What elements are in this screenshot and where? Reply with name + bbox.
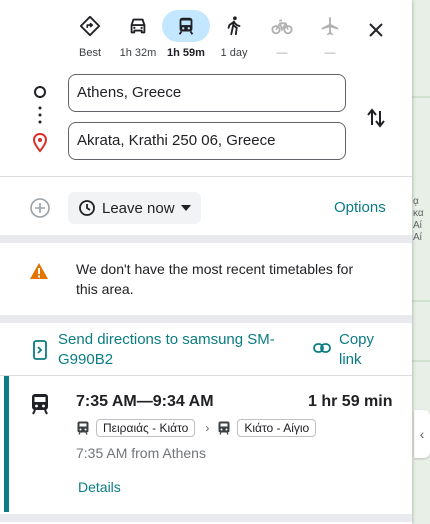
bicycle-icon [271,19,293,35]
train-icon [32,394,48,415]
route-details-button[interactable]: Details [78,479,121,495]
destination-pin-icon [32,132,48,153]
close-icon [369,23,383,37]
mode-cycling-label: — [276,47,288,59]
route-legs: Πειραιάς - Κιάτο › Κιάτο - Αίγιο [76,418,317,438]
travel-mode-bar: Best 1h 32m 1h 59m 1 day — — [66,10,354,62]
route-departure-info: 7:35 AM from Athens [76,445,206,461]
divider [0,514,412,522]
leave-now-label: Leave now [102,199,175,217]
airplane-icon [321,16,339,36]
mode-transit-label: 1h 59m [167,47,205,59]
mode-flights-label: — [324,47,336,59]
close-directions-button[interactable] [360,14,392,46]
route-time-range: 7:35 AM—9:34 AM [76,393,214,410]
add-destination-button[interactable] [28,196,52,220]
link-icon [313,343,331,353]
mode-walking-label: 1 day [220,47,248,59]
train-icon [218,421,230,435]
origin-input[interactable] [68,74,346,112]
add-circle-icon [30,198,50,218]
leave-now-dropdown[interactable]: Leave now [68,192,201,224]
swap-waypoints-button[interactable] [362,104,390,132]
chevron-right-icon: › [205,421,210,435]
route-leg-chip: Κιάτο - Αίγιο [237,419,317,437]
clock-icon [79,200,95,216]
divider [0,235,412,243]
car-icon [130,18,146,34]
directions-panel: Best 1h 32m 1h 59m 1 day — — Athens, Gre… [0,0,412,524]
copy-link-button[interactable]: Copy link [339,330,389,370]
caret-down-icon [180,205,191,211]
origin-circle-icon [34,86,46,98]
mode-driving[interactable]: 1h 32m [114,10,162,62]
destination-input[interactable] [68,122,346,160]
send-to-phone-icon [33,340,47,360]
send-directions-link[interactable]: Send directions to samsung SM-G990B2 [58,330,298,370]
walking-icon [227,16,241,36]
route-duration: 1 hr 59 min [308,393,393,410]
divider [0,176,412,177]
mode-cycling[interactable]: — [258,10,306,62]
mode-best[interactable]: Best [66,10,114,62]
train-icon [77,421,89,435]
chevron-left-icon: ‹ [419,426,425,442]
selected-route-indicator [4,376,9,512]
warning-icon [30,263,48,279]
map-label-fragment: ᾳ κα Αί Αί [413,196,424,243]
mode-driving-label: 1h 32m [119,47,157,59]
route-dots-icon [38,106,42,124]
mode-walking[interactable]: 1 day [210,10,258,62]
best-route-icon [79,15,101,37]
mode-transit[interactable]: 1h 59m [162,10,210,62]
collapse-panel-button[interactable]: ‹ [414,410,430,458]
train-icon [178,17,194,35]
route-leg-chip: Πειραιάς - Κιάτο [96,419,196,437]
swap-vertical-icon [367,108,385,128]
divider [0,315,412,323]
options-button[interactable]: Options [334,199,386,216]
mode-flights[interactable]: — [306,10,354,62]
timetable-warning: We don't have the most recent timetables… [76,261,354,297]
mode-best-label: Best [78,47,101,59]
